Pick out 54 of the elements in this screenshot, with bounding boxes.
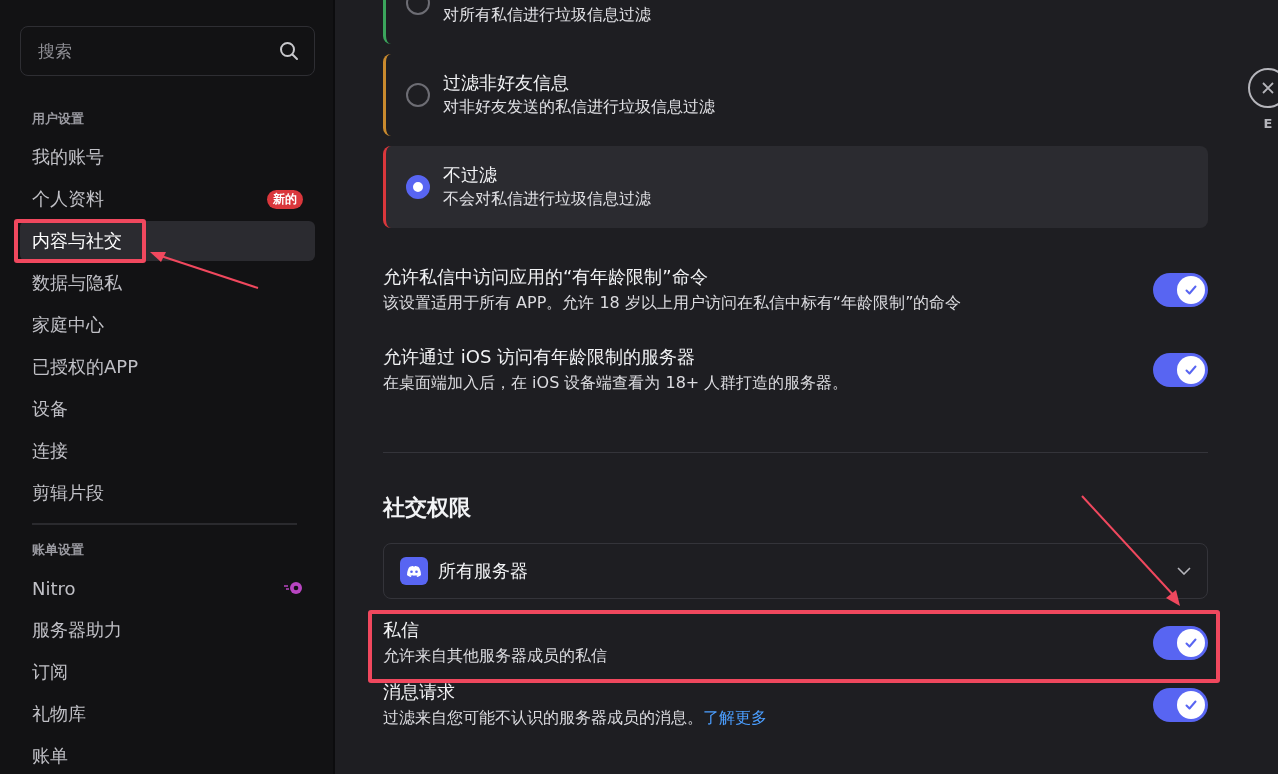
sidebar-item[interactable]: 数据与隐私 bbox=[20, 263, 315, 303]
check-icon bbox=[1184, 363, 1198, 377]
sidebar-item[interactable]: 家庭中心 bbox=[20, 305, 315, 345]
nitro-icon bbox=[283, 581, 303, 595]
close-button[interactable] bbox=[1248, 68, 1278, 108]
check-icon bbox=[1184, 636, 1198, 650]
learn-more-link[interactable]: 了解更多 bbox=[703, 708, 767, 727]
filter-option[interactable]: 对所有私信进行垃圾信息过滤 bbox=[383, 0, 1208, 44]
server-dropdown[interactable]: 所有服务器 bbox=[383, 543, 1208, 599]
close-label: E bbox=[1263, 116, 1273, 131]
option-description: 对非好友发送的私信进行垃圾信息过滤 bbox=[443, 96, 715, 118]
sidebar-item[interactable]: 剪辑片段 bbox=[20, 473, 315, 513]
setting-title: 允许私信中访问应用的“有年龄限制”命令 bbox=[383, 265, 709, 289]
setting-title: 消息请求 bbox=[383, 680, 456, 704]
check-icon bbox=[1184, 283, 1198, 297]
close-icon bbox=[1261, 81, 1275, 95]
setting-description: 该设置适用于所有 APP。允许 18 岁以上用户访问在私信中标有“年龄限制”的命令 bbox=[383, 292, 962, 314]
setting-description: 允许来自其他服务器成员的私信 bbox=[383, 646, 607, 665]
setting-description: 过滤来自您可能不认识的服务器成员的消息。 bbox=[383, 708, 703, 727]
sidebar-item[interactable]: 礼物库 bbox=[20, 694, 315, 734]
check-icon bbox=[1184, 698, 1198, 712]
search-icon bbox=[279, 41, 299, 61]
radio-button[interactable] bbox=[406, 83, 430, 107]
sidebar-item[interactable]: 已授权的APP bbox=[20, 347, 315, 387]
sidebar-item[interactable]: 设备 bbox=[20, 389, 315, 429]
option-description: 不会对私信进行垃圾信息过滤 bbox=[443, 188, 651, 210]
sidebar-item[interactable]: 账单 bbox=[20, 736, 315, 774]
option-description: 对所有私信进行垃圾信息过滤 bbox=[443, 4, 651, 26]
toggle-switch[interactable] bbox=[1153, 688, 1208, 722]
sidebar-item[interactable]: 服务器助力 bbox=[20, 610, 315, 650]
setting-description: 在桌面端加入后，在 iOS 设备端查看为 18+ 人群打造的服务器。 bbox=[383, 372, 849, 394]
radio-button[interactable] bbox=[406, 175, 430, 199]
toggle-switch[interactable] bbox=[1153, 353, 1208, 387]
filter-option[interactable]: 不过滤 不会对私信进行垃圾信息过滤 bbox=[383, 146, 1208, 228]
section-header: 用户设置 bbox=[32, 110, 85, 128]
setting-title: 私信 bbox=[383, 618, 420, 642]
setting-title: 允许通过 iOS 访问有年龄限制的服务器 bbox=[383, 345, 697, 369]
toggle-switch[interactable] bbox=[1153, 626, 1208, 660]
filter-option[interactable]: 过滤非好友信息 对非好友发送的私信进行垃圾信息过滤 bbox=[383, 54, 1208, 136]
sidebar-item[interactable]: 订阅 bbox=[20, 652, 315, 692]
sidebar-item[interactable]: 我的账号 bbox=[20, 137, 315, 177]
section-heading: 社交权限 bbox=[383, 494, 472, 522]
sidebar-item[interactable]: 连接 bbox=[20, 431, 315, 471]
discord-icon bbox=[400, 557, 428, 585]
new-badge: 新的 bbox=[267, 189, 303, 209]
toggle-switch[interactable] bbox=[1153, 273, 1208, 307]
sidebar-item[interactable]: 内容与社交 bbox=[20, 221, 315, 261]
chevron-down-icon bbox=[1177, 567, 1191, 575]
option-title: 不过滤 bbox=[443, 163, 498, 187]
sidebar-item[interactable]: Nitro bbox=[20, 568, 315, 608]
section-header: 账单设置 bbox=[32, 541, 85, 559]
search-field[interactable]: 搜索 bbox=[20, 26, 315, 76]
option-title: 过滤非好友信息 bbox=[443, 71, 570, 95]
sidebar-item[interactable]: 个人资料 新的 bbox=[20, 179, 315, 219]
